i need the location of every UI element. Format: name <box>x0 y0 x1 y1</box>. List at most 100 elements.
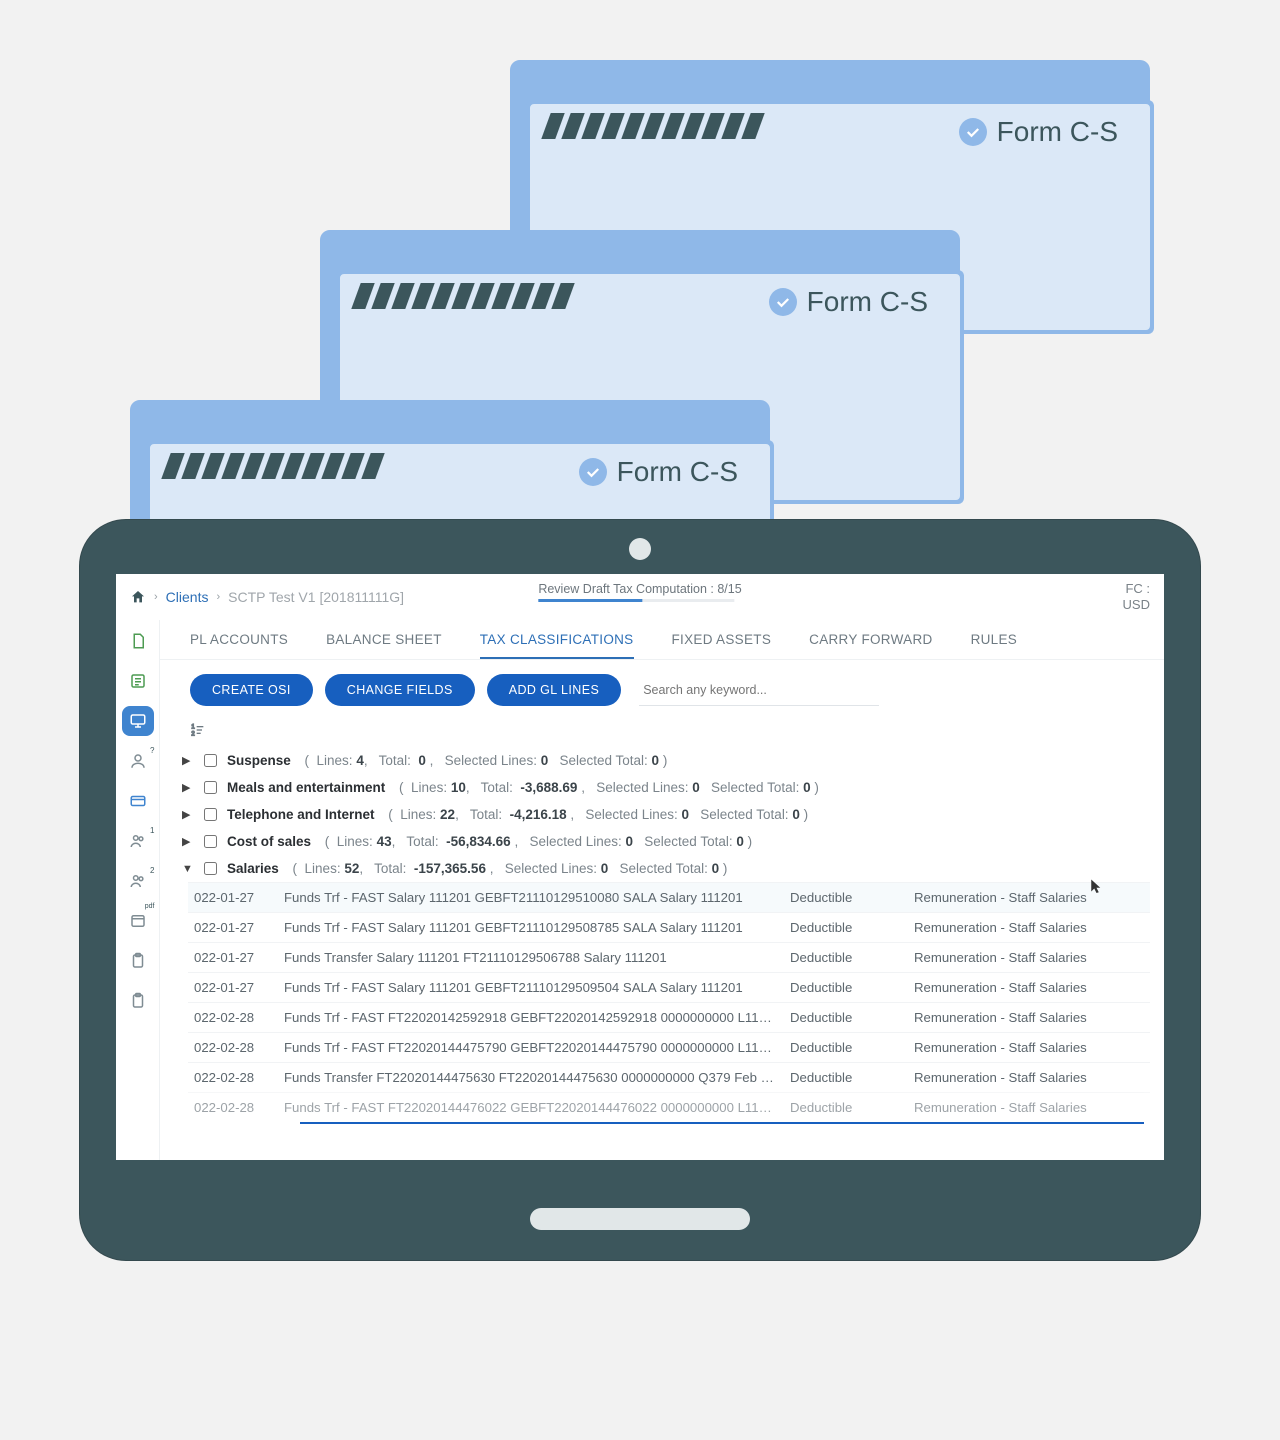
rail-pdf-icon[interactable]: pdf <box>122 906 154 936</box>
rail-doc-icon[interactable] <box>122 626 154 656</box>
table-row[interactable]: 022-01-27Funds Trf - FAST Salary 111201 … <box>188 882 1150 912</box>
chevron-right-icon: › <box>154 591 158 603</box>
touchbar <box>530 1208 750 1230</box>
row-description: Funds Trf - FAST FT22020144476022 GEBFT2… <box>284 1100 774 1115</box>
add-gl-lines-button[interactable]: ADD GL LINES <box>487 674 621 706</box>
rail-list-icon[interactable] <box>122 666 154 696</box>
table-row[interactable]: 022-02-28 Funds Trf - FAST FT220201444757… <box>188 1032 1150 1062</box>
row-date: 022-02-28 <box>194 1010 268 1025</box>
group-name: Salaries <box>227 861 279 876</box>
row-date: 022-01-27 <box>194 890 268 905</box>
breadcrumb: › Clients › SCTP Test V1 [201811111G] <box>130 589 404 605</box>
check-icon <box>579 458 607 486</box>
row-date: 022-01-27 <box>194 950 268 965</box>
group-checkbox[interactable] <box>204 808 217 821</box>
row-category: Remuneration - Staff Salaries <box>914 920 1144 935</box>
rail-clipboard1-icon[interactable] <box>122 946 154 976</box>
search-input[interactable] <box>639 674 879 706</box>
rail-person-icon[interactable]: ? <box>122 746 154 776</box>
check-icon <box>959 118 987 146</box>
svg-text:2: 2 <box>191 731 195 737</box>
svg-text:1: 1 <box>191 725 195 731</box>
camera-dot <box>629 538 651 560</box>
table-row[interactable]: 022-02-28 Funds Trf - FAST FT220201425929… <box>188 1002 1150 1032</box>
row-description: Funds Trf - FAST Salary 111201 GEBFT2111… <box>284 920 774 935</box>
group-meta: ( Lines: 52, Total: -157,365.56 , Select… <box>289 861 728 876</box>
progress-label: Review Draft Tax Computation : 8/15 <box>538 582 741 596</box>
chevron-right-icon: › <box>216 591 220 603</box>
group-row[interactable]: ▶ Suspense ( Lines: 4, Total: 0 , Selecte… <box>182 747 1150 774</box>
chevron-right-icon[interactable]: ▶ <box>182 808 194 821</box>
row-description: Funds Transfer Salary 111201 FT211101295… <box>284 950 774 965</box>
row-deductible: Deductible <box>790 920 898 935</box>
chevron-right-icon[interactable]: ▶ <box>182 835 194 848</box>
cursor-icon <box>1086 878 1104 896</box>
row-date: 022-02-28 <box>194 1040 268 1055</box>
group-meta: ( Lines: 10, Total: -3,688.69 , Selected… <box>395 780 819 795</box>
tab-fixed-assets[interactable]: FIXED ASSETS <box>672 622 772 657</box>
group-name: Cost of sales <box>227 834 311 849</box>
app-screen: › Clients › SCTP Test V1 [201811111G] Re… <box>116 574 1164 1160</box>
row-date: 022-01-27 <box>194 980 268 995</box>
folder-label: Form C-S <box>997 116 1118 148</box>
rail-people1-icon[interactable]: 1 <box>122 826 154 856</box>
home-icon[interactable] <box>130 589 146 605</box>
table-row[interactable]: 022-02-28 Funds Trf - FAST FT220201444760… <box>188 1092 1150 1122</box>
folder-label: Form C-S <box>807 286 928 318</box>
group-row[interactable]: ▶ Cost of sales ( Lines: 43, Total: -56,8… <box>182 828 1150 855</box>
row-description: Funds Trf - FAST FT22020142592918 GEBFT2… <box>284 1010 774 1025</box>
group-row[interactable]: ▶Telephone and Internet ( Lines: 22, Tot… <box>182 801 1150 828</box>
row-category: Remuneration - Staff Salaries <box>914 890 1144 905</box>
chevron-down-icon[interactable]: ▼ <box>182 863 194 875</box>
row-deductible: Deductible <box>790 1010 898 1025</box>
group-row[interactable]: ▼ Salaries ( Lines: 52, Total: -157,365.5… <box>182 855 1150 882</box>
row-deductible: Deductible <box>790 980 898 995</box>
row-deductible: Deductible <box>790 890 898 905</box>
tabs: PL ACCOUNTS BALANCE SHEET TAX CLASSIFICA… <box>160 620 1164 660</box>
row-category: Remuneration - Staff Salaries <box>914 950 1144 965</box>
create-osi-button[interactable]: CREATE OSI <box>190 674 313 706</box>
group-row[interactable]: ▶ Meals and entertainment ( Lines: 10, To… <box>182 774 1150 801</box>
change-fields-button[interactable]: CHANGE FIELDS <box>325 674 475 706</box>
tab-rules[interactable]: RULES <box>971 622 1018 657</box>
rail-card-icon[interactable] <box>122 786 154 816</box>
row-category: Remuneration - Staff Salaries <box>914 1070 1144 1085</box>
row-date: 022-02-28 <box>194 1100 268 1115</box>
row-date: 022-01-27 <box>194 920 268 935</box>
table-row[interactable]: 022-02-28 Funds Transfer FT22020144475630… <box>188 1062 1150 1092</box>
group-checkbox[interactable] <box>204 781 217 794</box>
sort-icon[interactable]: 12 <box>160 716 1164 747</box>
folder-label: Form C-S <box>617 456 738 488</box>
table-row[interactable]: 022-01-27 Funds Trf - FAST Salary 111201 … <box>188 972 1150 1002</box>
group-name: Meals and entertainment <box>227 780 385 795</box>
rail-people2-icon[interactable]: 2 <box>122 866 154 896</box>
rail-monitor-icon[interactable] <box>122 706 154 736</box>
rail-clipboard2-icon[interactable] <box>122 986 154 1016</box>
group-checkbox[interactable] <box>204 754 217 767</box>
row-category: Remuneration - Staff Salaries <box>914 980 1144 995</box>
tab-tax-classifications[interactable]: TAX CLASSIFICATIONS <box>480 622 634 659</box>
group-checkbox[interactable] <box>204 862 217 875</box>
row-deductible: Deductible <box>790 1100 898 1115</box>
laptop-frame: › Clients › SCTP Test V1 [201811111G] Re… <box>80 520 1200 1260</box>
row-category: Remuneration - Staff Salaries <box>914 1100 1144 1115</box>
breadcrumb-clients[interactable]: Clients <box>166 589 209 605</box>
tab-balance-sheet[interactable]: BALANCE SHEET <box>326 622 442 657</box>
group-meta: ( Lines: 22, Total: -4,216.18 , Selected… <box>385 807 809 822</box>
group-name: Suspense <box>227 753 291 768</box>
group-meta: ( Lines: 4, Total: 0 , Selected Lines: 0… <box>301 753 668 768</box>
chevron-right-icon[interactable]: ▶ <box>182 754 194 767</box>
row-description: Funds Trf - FAST FT22020144475790 GEBFT2… <box>284 1040 774 1055</box>
tab-carry-forward[interactable]: CARRY FORWARD <box>809 622 932 657</box>
tab-pl-accounts[interactable]: PL ACCOUNTS <box>190 622 288 657</box>
table-row[interactable]: 022-01-27 Funds Transfer Salary 111201 FT… <box>188 942 1150 972</box>
row-date: 022-02-28 <box>194 1070 268 1085</box>
row-description: Funds Transfer FT22020144475630 FT220201… <box>284 1070 774 1085</box>
row-description: Funds Trf - FAST Salary 111201 GEBFT2111… <box>284 980 774 995</box>
chevron-right-icon[interactable]: ▶ <box>182 781 194 794</box>
group-checkbox[interactable] <box>204 835 217 848</box>
row-category: Remuneration - Staff Salaries <box>914 1010 1144 1025</box>
row-deductible: Deductible <box>790 1040 898 1055</box>
table-row[interactable]: 022-01-27 Funds Trf - FAST Salary 111201 … <box>188 912 1150 942</box>
group-meta: ( Lines: 43, Total: -56,834.66 , Selecte… <box>321 834 752 849</box>
